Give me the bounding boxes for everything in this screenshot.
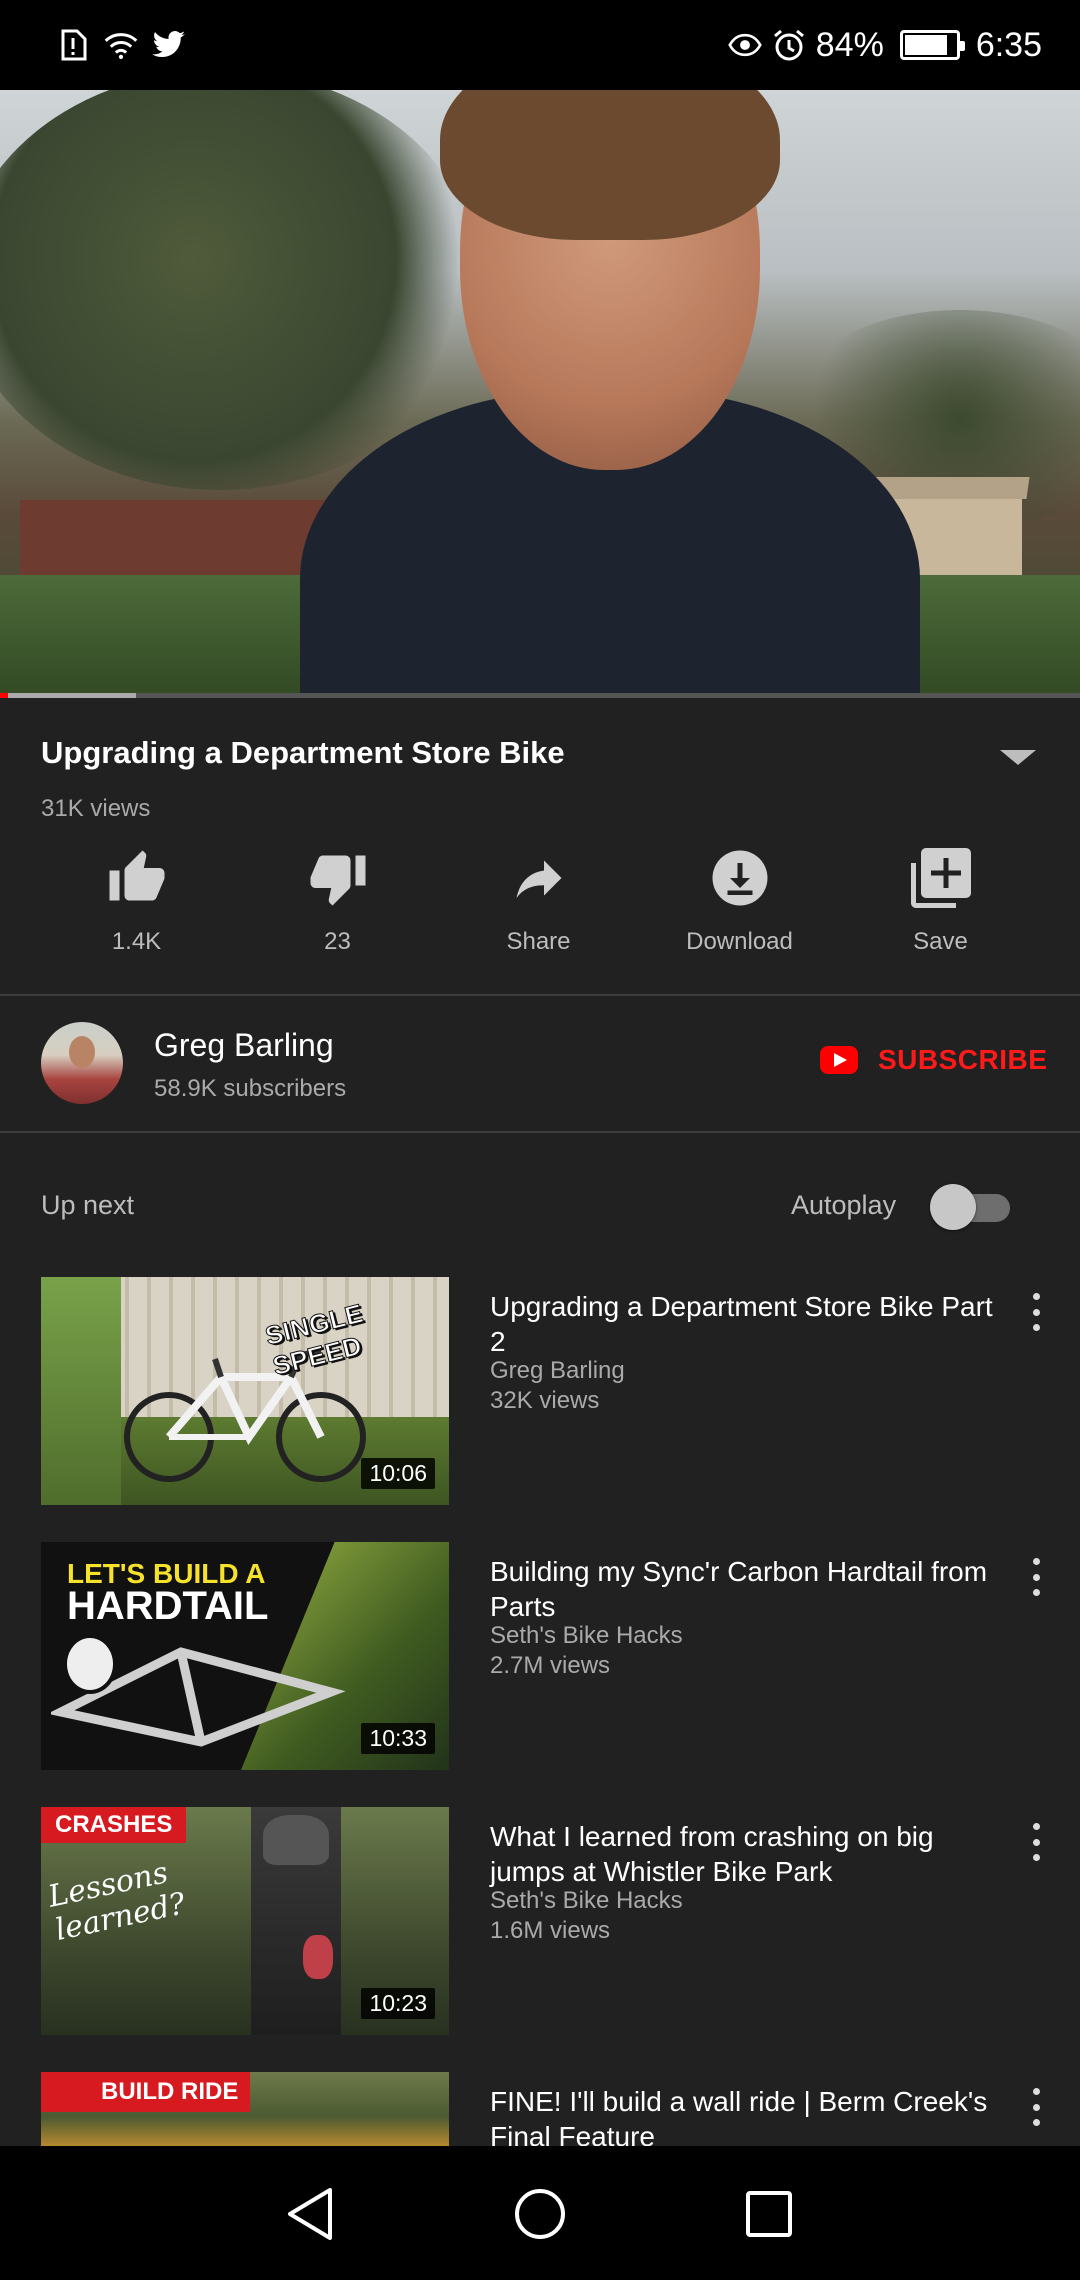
- more-options-icon[interactable]: [1026, 1287, 1046, 1337]
- thumbnail-badge: BUILD RIDE: [41, 2072, 251, 2112]
- video-progress-bar[interactable]: [0, 693, 1080, 698]
- thumbnail-text: HARDTAIL: [67, 1584, 269, 1628]
- back-triangle-icon: [288, 2188, 332, 2240]
- video-channel: Seth's Bike Hacks: [490, 1887, 683, 1914]
- recents-button[interactable]: [737, 2182, 801, 2246]
- more-options-icon[interactable]: [1026, 1552, 1046, 1602]
- video-thumbnail[interactable]: BUILD RIDE: [41, 2072, 449, 2146]
- up-next-heading: Up next: [41, 1190, 135, 1220]
- action-bar: 1.4K 23 Share Download Save: [36, 848, 1044, 968]
- dislike-button[interactable]: 23: [237, 848, 438, 968]
- video-player[interactable]: [0, 90, 1080, 695]
- thumbs-down-icon: [310, 855, 365, 906]
- eye-icon: [728, 28, 762, 62]
- share-icon: [516, 860, 561, 898]
- autoplay-toggle[interactable]: [930, 1184, 1010, 1230]
- mascot-logo-icon: [63, 1634, 117, 1694]
- video-title[interactable]: Building my Sync'r Carbon Hardtail from …: [490, 1554, 1010, 1624]
- download-label: Download: [686, 928, 793, 955]
- progress-buffered: [0, 693, 137, 698]
- channel-avatar[interactable]: [41, 1022, 123, 1104]
- alarm-icon: [772, 28, 806, 62]
- more-options-icon[interactable]: [1026, 2082, 1046, 2132]
- video-thumbnail[interactable]: CRASHES Lessons learned? 10:23: [41, 1807, 449, 2035]
- battery-percent: 84%: [815, 25, 884, 64]
- video-duration: 10:33: [361, 1723, 435, 1754]
- video-title[interactable]: What I learned from crashing on big jump…: [490, 1819, 1010, 1889]
- video-views: 32K views: [490, 1387, 600, 1414]
- recents-square-icon: [746, 2191, 792, 2237]
- save-button[interactable]: Save: [840, 848, 1041, 968]
- video-views: 2.7M views: [490, 1652, 611, 1679]
- video-list-item[interactable]: CRASHES Lessons learned? 10:23 What I lea…: [0, 1807, 1080, 2035]
- system-navigation-bar: [0, 2146, 1080, 2280]
- wifi-icon: [104, 28, 138, 62]
- thumbnail-badge: CRASHES: [41, 1807, 187, 1843]
- video-duration: 10:23: [361, 1988, 435, 2019]
- video-channel: Seth's Bike Hacks: [490, 1622, 683, 1649]
- channel-name[interactable]: Greg Barling: [154, 1027, 334, 1064]
- subscribe-button[interactable]: SUBSCRIBE: [820, 1044, 1047, 1076]
- home-button[interactable]: [508, 2182, 572, 2246]
- back-button[interactable]: [278, 2182, 342, 2246]
- share-button[interactable]: Share: [438, 848, 639, 968]
- view-count: 31K views: [41, 795, 151, 822]
- dislike-count: 23: [324, 928, 351, 955]
- video-thumbnail[interactable]: SINGLE SPEED 10:06: [41, 1277, 449, 1505]
- video-thumbnail[interactable]: LET'S BUILD A HARDTAIL 10:33: [41, 1542, 449, 1770]
- video-frame-person-hair: [440, 90, 780, 240]
- helmet-figure: [263, 1815, 329, 1865]
- thumbs-up-icon: [109, 850, 164, 901]
- share-label: Share: [506, 928, 571, 955]
- video-views: 1.6M views: [490, 1917, 611, 1944]
- thumbnail-text: Lessons learned?: [45, 1854, 188, 1948]
- battery-level: [904, 35, 947, 55]
- home-circle-icon: [515, 2189, 565, 2239]
- clock: 6:35: [975, 25, 1042, 64]
- battery-icon: [899, 30, 965, 60]
- video-list-item[interactable]: LET'S BUILD A HARDTAIL 10:33 Building my…: [0, 1542, 1080, 1770]
- video-title: Upgrading a Department Store Bike: [41, 735, 565, 770]
- download-button[interactable]: Download: [639, 848, 840, 968]
- video-list-item[interactable]: SINGLE SPEED 10:06 Upgrading a Departmen…: [0, 1277, 1080, 1505]
- divider: [0, 994, 1080, 996]
- alert-icon: [56, 28, 90, 62]
- injury-figure: [303, 1935, 333, 1979]
- more-options-icon[interactable]: [1026, 1817, 1046, 1867]
- video-channel: Greg Barling: [490, 1357, 625, 1384]
- status-bar: 84% 6:35: [0, 0, 1080, 90]
- video-title[interactable]: Upgrading a Department Store Bike Part 2: [490, 1289, 1010, 1359]
- progress-played: [0, 693, 8, 698]
- autoplay-label: Autoplay: [791, 1190, 897, 1220]
- subscriber-count: 58.9K subscribers: [154, 1075, 347, 1102]
- like-count: 1.4K: [111, 928, 162, 955]
- toggle-knob: [930, 1184, 976, 1230]
- video-title[interactable]: FINE! I'll build a wall ride | Berm Cree…: [490, 2084, 1010, 2146]
- video-duration: 10:06: [361, 1458, 435, 1489]
- add-to-playlist-icon: [910, 848, 971, 908]
- download-icon: [712, 850, 767, 906]
- twitter-icon: [152, 28, 186, 62]
- video-list-item[interactable]: BUILD RIDE FINE! I'll build a wall ride …: [0, 2072, 1080, 2146]
- divider: [0, 1131, 1080, 1133]
- save-label: Save: [913, 928, 968, 955]
- like-button[interactable]: 1.4K: [36, 848, 237, 968]
- subscribe-label: SUBSCRIBE: [878, 1044, 1048, 1075]
- youtube-logo-icon: [820, 1046, 858, 1074]
- expand-description-icon[interactable]: [1000, 750, 1036, 765]
